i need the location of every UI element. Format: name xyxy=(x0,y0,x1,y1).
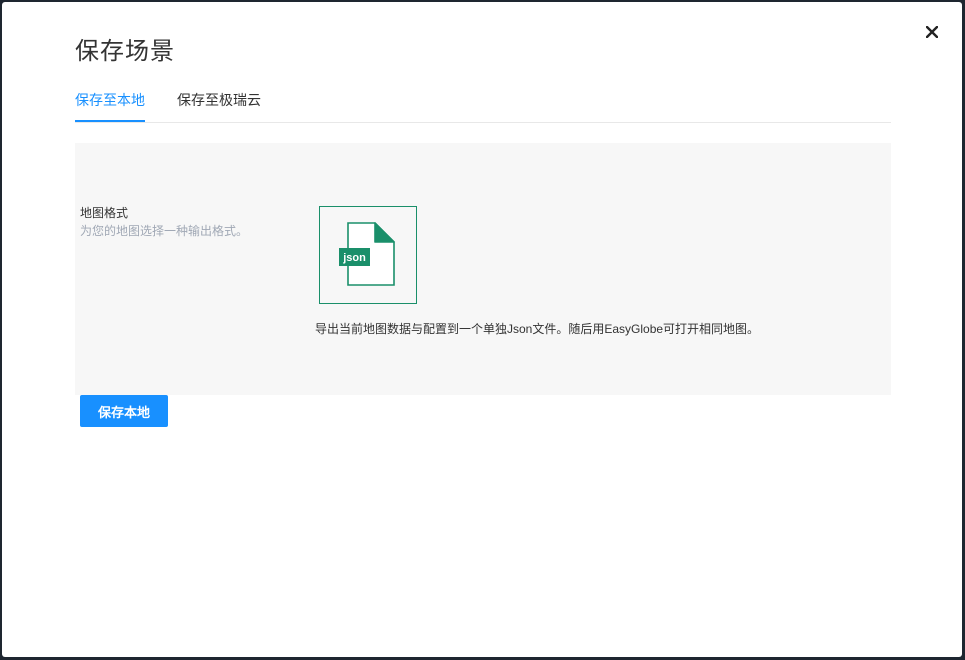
json-badge-text: json xyxy=(342,252,366,264)
tab-save-local[interactable]: 保存至本地 xyxy=(75,88,145,122)
tab-bar: 保存至本地 保存至极瑞云 xyxy=(75,88,891,123)
format-label: 地图格式 xyxy=(80,206,129,220)
tab-save-cloud[interactable]: 保存至极瑞云 xyxy=(177,88,267,122)
save-local-button[interactable]: 保存本地 xyxy=(80,395,168,427)
dialog-title: 保存场景 xyxy=(75,38,175,65)
json-file-icon: json xyxy=(339,222,395,286)
close-button[interactable] xyxy=(922,22,942,42)
json-format-option[interactable]: json xyxy=(319,206,417,304)
format-panel: 地图格式 为您的地图选择一种输出格式。 json 导出当前地图数据与配置到一个单… xyxy=(75,143,891,395)
format-description: 为您的地图选择一种输出格式。 xyxy=(80,224,249,238)
json-option-description: 导出当前地图数据与配置到一个单独Json文件。随后用EasyGlobe可打开相同… xyxy=(315,322,760,336)
save-scene-dialog: 保存场景 保存至本地 保存至极瑞云 地图格式 为您的地图选择一种输出格式。 js… xyxy=(2,2,962,657)
close-icon xyxy=(926,26,938,38)
